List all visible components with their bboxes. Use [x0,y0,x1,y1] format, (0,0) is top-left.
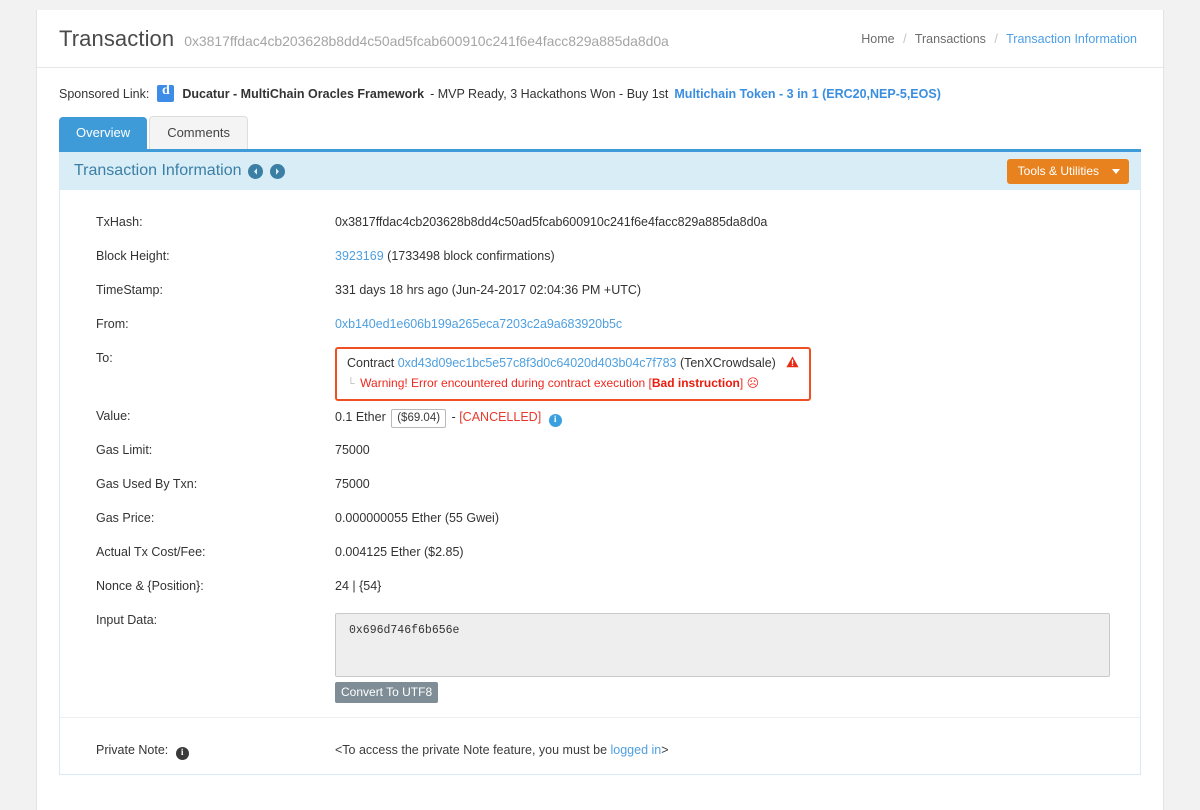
value-gas-used: 75000 [335,474,1140,491]
page-header: Transaction 0x3817ffdac4cb203628b8dd4c50… [37,10,1163,68]
logged-in-link[interactable]: logged in [611,743,662,757]
chevron-left-circle-icon[interactable] [248,164,263,179]
label-gas-limit: Gas Limit: [60,440,335,457]
row-value: Value: 0.1 Ether ($69.04) - [CANCELLED] … [60,406,1140,440]
tools-utilities-button[interactable]: Tools & Utilities [1007,159,1129,184]
note-text-prefix: <To access the private Note feature, you… [335,743,611,757]
value-gas-price: 0.000000055 Ether (55 Gwei) [335,508,1140,525]
value-timestamp: 331 days 18 hrs ago (Jun-24-2017 02:04:3… [335,280,1140,297]
label-to: To: [60,348,335,365]
value-input-data: Convert To UTF8 [335,610,1140,703]
info-circle-dark-icon[interactable]: i [176,747,189,760]
row-tx-cost: Actual Tx Cost/Fee: 0.004125 Ether ($2.8… [60,542,1140,576]
breadcrumb-home[interactable]: Home [861,32,894,46]
tree-corner-icon: └ [347,378,355,390]
panel-header: Transaction Information Tools & Utilitie… [60,152,1140,190]
value-ether: 0.1 Ether [335,410,386,424]
label-timestamp: TimeStamp: [60,280,335,297]
value-status-badge: [CANCELLED] [459,410,541,424]
contract-error-line: └ Warning! Error encountered during cont… [347,374,799,393]
chevron-right-circle-icon[interactable] [270,164,285,179]
row-gas-price: Gas Price: 0.000000055 Ether (55 Gwei) [60,508,1140,542]
sponsor-brand[interactable]: Ducatur - MultiChain Oracles Framework [182,87,424,101]
value-tx-cost: 0.004125 Ether ($2.85) [335,542,1140,559]
tools-utilities-label: Tools & Utilities [1018,164,1099,178]
error-text-suffix: ] [740,376,743,390]
from-address-link[interactable]: 0xb140ed1e606b199a265eca7203c2a9a683920b… [335,317,622,331]
to-prefix: Contract [347,356,394,370]
row-txhash: TxHash: 0x3817ffdac4cb203628b8dd4c50ad5f… [60,212,1140,246]
error-reason: Bad instruction [652,376,740,390]
caret-down-icon [1112,169,1120,174]
page-title: Transaction 0x3817ffdac4cb203628b8dd4c50… [59,26,669,52]
to-contract-name: (TenXCrowdsale) [680,356,776,370]
tabs-container: Overview Comments [37,116,1163,152]
value-usd-badge: ($69.04) [391,409,446,428]
transaction-info-panel: Transaction Information Tools & Utilitie… [59,152,1141,775]
sponsor-tagline: - MVP Ready, 3 Hackathons Won - Buy 1st [430,87,668,101]
label-block-height: Block Height: [60,246,335,263]
label-txhash: TxHash: [60,212,335,229]
sponsor-token-link[interactable]: Multichain Token - 3 in 1 (ERC20,NEP-5,E… [674,87,940,101]
label-private-note: Private Note: i [60,740,335,759]
row-gas-limit: Gas Limit: 75000 [60,440,1140,474]
ducatur-logo-icon [157,85,174,102]
block-confirmations: (1733498 block confirmations) [387,249,554,263]
label-tx-cost: Actual Tx Cost/Fee: [60,542,335,559]
private-note-label-text: Private Note: [96,743,168,757]
note-text-suffix: > [661,743,668,757]
label-gas-price: Gas Price: [60,508,335,525]
value-private-note: <To access the private Note feature, you… [335,740,1140,757]
sponsored-link-row: Sponsored Link: Ducatur - MultiChain Ora… [37,68,1163,116]
label-nonce: Nonce & {Position}: [60,576,335,593]
value-gas-limit: 75000 [335,440,1140,457]
sad-face-icon: ☹ [747,376,760,390]
row-from: From: 0xb140ed1e606b199a265eca7203c2a9a6… [60,314,1140,348]
value-from: 0xb140ed1e606b199a265eca7203c2a9a683920b… [335,314,1140,331]
label-value: Value: [60,406,335,423]
row-gas-used: Gas Used By Txn: 75000 [60,474,1140,508]
breadcrumb: Home / Transactions / Transaction Inform… [861,32,1137,46]
label-gas-used: Gas Used By Txn: [60,474,335,491]
convert-to-utf8-button[interactable]: Convert To UTF8 [335,682,438,703]
value-to: Contract 0xd43d09ec1bc5e57c8f3d0c64020d4… [335,348,1140,400]
page-title-hash: 0x3817ffdac4cb203628b8dd4c50ad5fcab60091… [184,33,669,49]
row-timestamp: TimeStamp: 331 days 18 hrs ago (Jun-24-2… [60,280,1140,314]
value-block-height: 3923169 (1733498 block confirmations) [335,246,1140,263]
tab-comments[interactable]: Comments [149,116,248,149]
info-circle-icon[interactable]: i [549,414,562,427]
label-input-data: Input Data: [60,610,335,627]
value-txhash: 0x3817ffdac4cb203628b8dd4c50ad5fcab60091… [335,212,1140,229]
tab-overview[interactable]: Overview [59,117,147,149]
warning-triangle-icon [786,355,799,374]
row-block-height: Block Height: 3923169 (1733498 block con… [60,246,1140,280]
value-amount: 0.1 Ether ($69.04) - [CANCELLED] i [335,406,1140,428]
block-height-link[interactable]: 3923169 [335,249,384,263]
value-nonce: 24 | {54} [335,576,1140,593]
error-text-prefix: Warning! Error encountered during contra… [360,376,652,390]
breadcrumb-current[interactable]: Transaction Information [1006,32,1137,46]
breadcrumb-separator: / [903,32,906,46]
breadcrumb-transactions[interactable]: Transactions [915,32,986,46]
row-input-data: Input Data: Convert To UTF8 [60,610,1140,703]
value-dash: - [452,410,456,424]
label-from: From: [60,314,335,331]
panel-title: Transaction Information [74,162,241,180]
contract-line: Contract 0xd43d09ec1bc5e57c8f3d0c64020d4… [347,354,799,373]
breadcrumb-separator: / [994,32,997,46]
page-container: Transaction 0x3817ffdac4cb203628b8dd4c50… [36,10,1164,810]
to-contract-link[interactable]: 0xd43d09ec1bc5e57c8f3d0c64020d403b04c7f7… [398,356,677,370]
row-to: To: Contract 0xd43d09ec1bc5e57c8f3d0c640… [60,348,1140,406]
transaction-details-list: TxHash: 0x3817ffdac4cb203628b8dd4c50ad5f… [60,190,1140,774]
page-title-text: Transaction [59,26,174,52]
row-nonce: Nonce & {Position}: 24 | {54} [60,576,1140,610]
row-private-note: Private Note: i <To access the private N… [60,717,1140,774]
sponsored-link-label: Sponsored Link: [59,87,149,101]
contract-error-box: Contract 0xd43d09ec1bc5e57c8f3d0c64020d4… [335,347,811,400]
input-data-textarea[interactable] [335,613,1110,677]
